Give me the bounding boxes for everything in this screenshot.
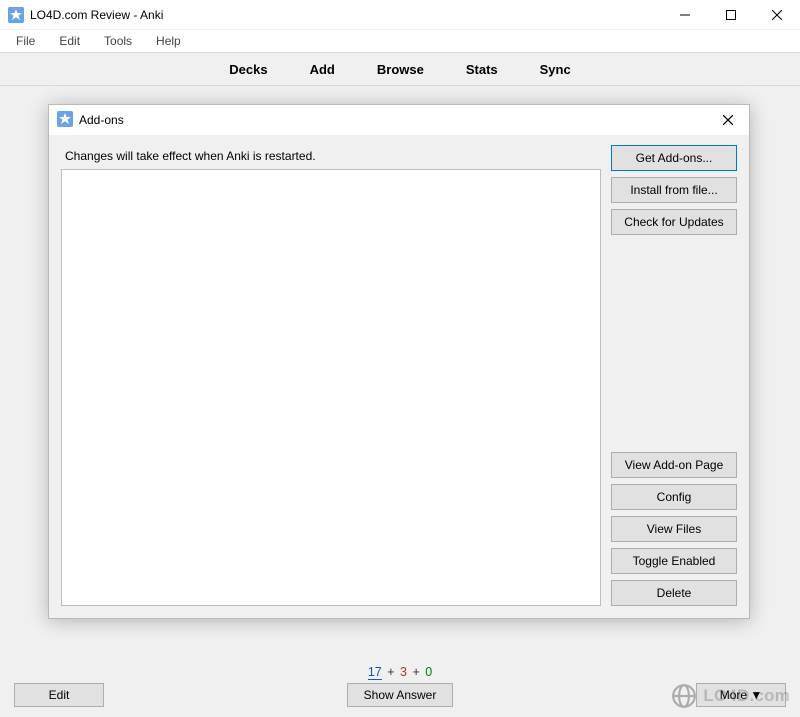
check-updates-button[interactable]: Check for Updates [611,209,737,235]
window-controls [662,0,800,30]
count-learning: 3 [400,665,407,679]
close-button[interactable] [754,0,800,30]
menu-tools[interactable]: Tools [94,32,142,50]
tab-stats[interactable]: Stats [460,58,504,81]
count-new: 17 [368,665,382,680]
edit-button[interactable]: Edit [14,683,104,707]
dialog-body: Changes will take effect when Anki is re… [49,135,749,618]
toggle-enabled-button[interactable]: Toggle Enabled [611,548,737,574]
window-titlebar: LO4D.com Review - Anki [0,0,800,30]
dialog-titlebar: Add-ons [49,105,749,135]
dialog-left: Changes will take effect when Anki is re… [61,145,601,606]
count-due: 0 [425,665,432,679]
card-counts: 17 + 3 + 0 [368,665,432,679]
get-addons-button[interactable]: Get Add-ons... [611,145,737,171]
addons-list[interactable] [61,169,601,606]
tab-browse[interactable]: Browse [371,58,430,81]
window-title: LO4D.com Review - Anki [30,8,662,22]
anki-icon [8,7,24,23]
dialog-close-button[interactable] [707,105,749,135]
anki-icon [57,111,73,130]
show-answer-button[interactable]: Show Answer [347,683,453,707]
tab-add[interactable]: Add [304,58,341,81]
menu-edit[interactable]: Edit [49,32,90,50]
tab-decks[interactable]: Decks [223,58,273,81]
bottom-bar: 17 + 3 + 0 Edit Show Answer More ▼ [0,649,800,717]
menu-file[interactable]: File [6,32,45,50]
view-files-button[interactable]: View Files [611,516,737,542]
view-addon-page-button[interactable]: View Add-on Page [611,452,737,478]
tab-sync[interactable]: Sync [534,58,577,81]
dialog-sidebar: Get Add-ons... Install from file... Chec… [611,145,737,606]
main-body: Add-ons Changes will take effect when An… [0,86,800,649]
minimize-button[interactable] [662,0,708,30]
menubar: File Edit Tools Help [0,30,800,52]
dialog-title: Add-ons [79,113,707,127]
delete-button[interactable]: Delete [611,580,737,606]
tabbar: Decks Add Browse Stats Sync [0,52,800,86]
dialog-message: Changes will take effect when Anki is re… [65,149,599,163]
config-button[interactable]: Config [611,484,737,510]
install-from-file-button[interactable]: Install from file... [611,177,737,203]
menu-help[interactable]: Help [146,32,191,50]
addons-dialog: Add-ons Changes will take effect when An… [48,104,750,619]
more-button[interactable]: More ▼ [696,683,786,707]
maximize-button[interactable] [708,0,754,30]
